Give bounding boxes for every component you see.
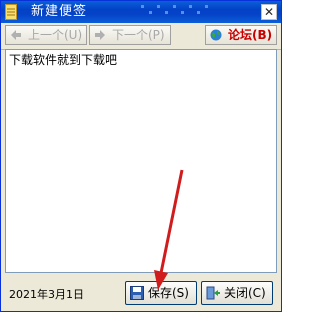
prev-note-button[interactable]: 上一个(U) (5, 25, 87, 45)
globe-icon (210, 29, 222, 41)
next-note-label: 下一个(P) (112, 28, 165, 42)
window-title: 新建便签 (31, 4, 88, 19)
title-bar[interactable]: 新建便签 ✕ (1, 1, 281, 23)
forum-label: 论坛(B) (228, 28, 273, 42)
save-button[interactable]: 保存(S) (125, 281, 197, 305)
close-window-button[interactable]: ✕ (261, 4, 277, 20)
close-note-label: 关闭(C) (224, 286, 266, 300)
note-date: 2021年3月1日 (9, 288, 84, 301)
toolbar: 上一个(U) 下一个(P) 论坛(B) (1, 23, 281, 50)
note-icon (5, 4, 17, 20)
prev-note-label: 上一个(U) (28, 28, 83, 42)
note-window: 新建便签 ✕ 上一个(U) 下一个(P) 论坛(B) 下载软件就到下载吧 202… (0, 0, 282, 312)
floppy-disk-icon (130, 286, 144, 300)
status-bar: 2021年3月1日 保存(S) 关闭(C) (1, 277, 281, 309)
forum-button[interactable]: 论坛(B) (205, 25, 277, 45)
close-note-button[interactable]: 关闭(C) (201, 281, 273, 305)
next-note-button[interactable]: 下一个(P) (89, 25, 171, 45)
note-text: 下载软件就到下载吧 (9, 53, 118, 67)
note-body: 上一个(U) 下一个(P) 论坛(B) 下载软件就到下载吧 2021年3月1日 … (1, 23, 281, 311)
right-arrow-icon (95, 30, 105, 40)
save-label: 保存(S) (148, 286, 189, 300)
exit-door-icon (206, 286, 220, 300)
left-arrow-icon (11, 30, 21, 40)
note-editor[interactable]: 下载软件就到下载吧 (5, 49, 277, 273)
